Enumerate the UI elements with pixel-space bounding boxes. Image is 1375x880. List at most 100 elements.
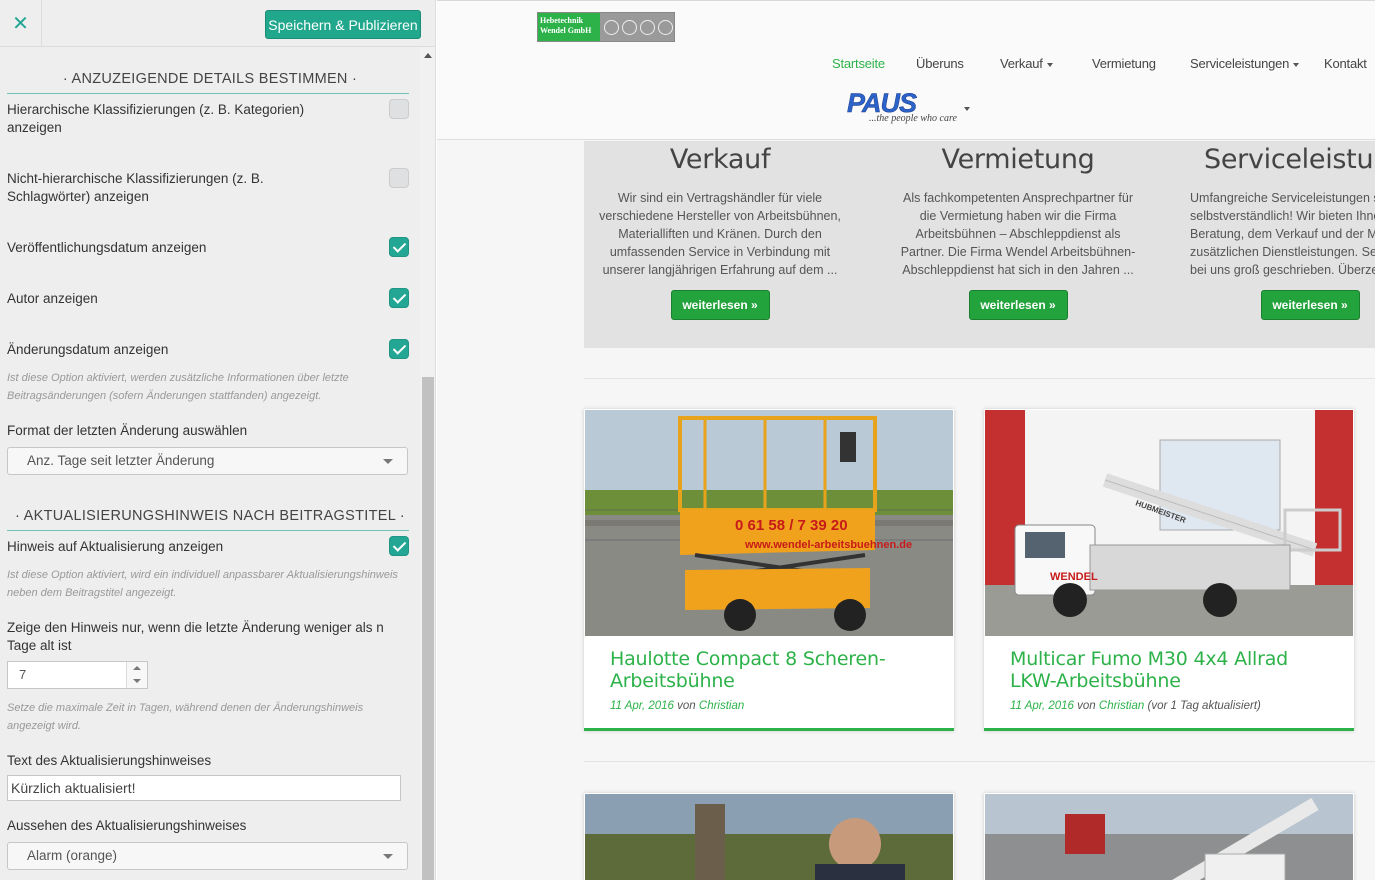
days-description: Setze die maximale Zeit in Tagen, währen… — [7, 702, 364, 732]
service-title: Verkauf — [669, 144, 771, 175]
post-card[interactable]: 0 61 58 / 7 39 20 www.wendel-arbeitsbueh… — [584, 409, 954, 731]
customizer-panel: · ANZUZEIGENDE DETAILS BESTIMMEN · Hiera… — [0, 47, 420, 880]
notice-description: Ist diese Option aktiviert, wird ein ind… — [7, 569, 398, 599]
chevron-down-icon — [383, 459, 393, 464]
customizer-sidebar: ✕ Speichern & Publizieren · ANZUZEIGENDE… — [0, 0, 436, 880]
post-by: von — [677, 700, 696, 712]
service-text: Als fachkompetenten Ansprechpartner für … — [900, 191, 1136, 277]
read-more-button[interactable]: weiterlesen » — [670, 290, 770, 320]
chevron-down-icon — [1046, 62, 1053, 67]
post-image-truck-platform[interactable]: WENDEL HUBMEISTER — [985, 410, 1353, 636]
format-select-value: Anz. Tage seit letzter Änderung — [27, 453, 215, 468]
style-select-value: Alarm (orange) — [27, 848, 118, 863]
option-label-hierarchical: Hierarchische Klassifizierungen (z. B. K… — [7, 102, 305, 135]
nav-verkauf[interactable]: Verkauf — [1000, 56, 1053, 71]
scissor-lift-photo: 0 61 58 / 7 39 20 www.wendel-arbeitsbueh… — [585, 410, 953, 636]
post-card[interactable]: WENDEL HUBMEISTER Multicar Fumo M30 4x4 … — [984, 409, 1354, 731]
post-updated-notice: (vor 1 Tag aktualisiert) — [1147, 700, 1261, 712]
logo-badge-icon — [658, 20, 673, 35]
chevron-down-icon — [383, 854, 393, 859]
save-publish-button[interactable]: Speichern & Publizieren — [265, 10, 421, 39]
close-button[interactable]: ✕ — [0, 0, 42, 46]
scroll-up-icon[interactable] — [424, 53, 432, 58]
service-title: Vermietung — [941, 144, 1095, 175]
nav-kontakt[interactable]: Kontakt — [1324, 56, 1367, 71]
nav-startseite[interactable]: Startseite — [832, 56, 885, 71]
partner-logo[interactable]: PAUS ...the people who care — [847, 88, 957, 131]
logo-text: Hebetechnik Wendel GmbH — [540, 16, 592, 35]
street-platform-photo — [985, 794, 1353, 880]
nav-ueberuns[interactable]: Überuns — [916, 56, 964, 71]
post-image-scissor-lift[interactable]: 0 61 58 / 7 39 20 www.wendel-arbeitsbueh… — [585, 410, 953, 636]
option-label-notice: Hinweis auf Aktualisierung anzeigen — [7, 539, 224, 554]
sidebar-scrollbar[interactable] — [420, 47, 435, 880]
arrow-down-icon — [133, 679, 141, 683]
checkbox-moddate[interactable] — [389, 339, 409, 359]
post-meta: 11 Apr, 2016 von Christian (vor 1 Tag ak… — [1010, 700, 1328, 712]
post-card[interactable] — [984, 793, 1354, 880]
moddate-description: Ist diese Option aktiviert, werden zusät… — [7, 372, 349, 402]
post-author[interactable]: Christian — [699, 700, 744, 712]
site-header: Hebetechnik Wendel GmbH Startseite Überun… — [437, 0, 1375, 140]
read-more-button[interactable]: weiterlesen » — [1260, 290, 1360, 320]
option-label-nonhierarchical: Nicht-hierarchische Klassifizierungen (z… — [7, 171, 264, 204]
service-text: Wir sind ein Vertragshändler für viele v… — [599, 191, 841, 277]
post-title[interactable]: Multicar Fumo M30 4x4 Allrad LKW-Arbeits… — [1010, 648, 1330, 692]
service-text: Umfangreiche Serviceleistungen sind für … — [1190, 191, 1375, 277]
chevron-down-icon — [1293, 62, 1300, 67]
section-divider — [584, 761, 1375, 762]
number-stepper[interactable] — [126, 662, 147, 688]
post-title[interactable]: Haulotte Compact 8 Scheren-Arbeitsbühne — [610, 648, 930, 692]
format-select[interactable]: Anz. Tage seit letzter Änderung — [7, 447, 408, 475]
service-block: Serviceleistungen Umfangreiche Servicele… — [1185, 141, 1375, 320]
post-image-worker[interactable] — [585, 794, 953, 880]
read-more-button[interactable]: weiterlesen » — [968, 290, 1068, 320]
post-author[interactable]: Christian — [1099, 700, 1144, 712]
close-icon: ✕ — [12, 12, 29, 35]
chevron-down-icon[interactable] — [964, 107, 970, 111]
nav-vermietung[interactable]: Vermietung — [1092, 56, 1156, 71]
site-logo[interactable]: Hebetechnik Wendel GmbH — [537, 12, 675, 42]
style-select[interactable]: Alarm (orange) — [7, 842, 408, 870]
partner-logo-tagline: ...the people who care — [869, 113, 957, 124]
section-title-notice: · AKTUALISIERUNGSHINWEIS NACH BEITRAGSTI… — [14, 508, 406, 524]
worker-photo — [585, 794, 953, 880]
service-title: Serviceleistungen — [1204, 144, 1375, 175]
service-block: Verkauf Wir sind ein Vertragshändler für… — [590, 141, 850, 320]
format-label: Format der letzten Änderung auswählen — [7, 423, 248, 438]
logo-badge-icon — [640, 20, 655, 35]
section-title-details: · ANZUZEIGENDE DETAILS BESTIMMEN · — [62, 71, 358, 87]
svg-text:www.wendel-arbeitsbuehnen.de: www.wendel-arbeitsbuehnen.de — [744, 539, 912, 551]
truck-platform-photo: WENDEL HUBMEISTER — [985, 410, 1353, 636]
option-label-moddate: Änderungsdatum anzeigen — [7, 342, 169, 357]
days-label: Zeige den Hinweis nur, wenn die letzte Ä… — [7, 620, 384, 653]
logo-badge-icon — [622, 20, 637, 35]
checkbox-hierarchical[interactable] — [389, 99, 409, 119]
post-card[interactable] — [584, 793, 954, 880]
arrow-up-icon — [133, 666, 141, 670]
nav-serviceleistungen[interactable]: Serviceleistungen — [1190, 56, 1300, 71]
section-divider — [7, 93, 409, 94]
scrollbar-thumb[interactable] — [422, 377, 434, 880]
section-divider — [7, 530, 409, 531]
post-image-street-platform[interactable] — [985, 794, 1353, 880]
post-meta: 11 Apr, 2016 von Christian — [610, 700, 928, 712]
checkbox-notice[interactable] — [389, 536, 409, 556]
checkbox-author[interactable] — [389, 288, 409, 308]
checkbox-pubdate[interactable] — [389, 237, 409, 257]
services-band: Verkauf Wir sind ein Vertragshändler für… — [584, 141, 1375, 348]
post-date[interactable]: 11 Apr, 2016 — [1010, 700, 1074, 712]
option-label-author: Autor anzeigen — [7, 291, 98, 306]
option-label-pubdate: Veröffentlichungsdatum anzeigen — [7, 240, 207, 255]
section-divider — [584, 378, 1375, 379]
days-number-input[interactable]: 7 — [7, 661, 148, 689]
checkbox-nonhierarchical[interactable] — [389, 168, 409, 188]
post-by: von — [1077, 700, 1096, 712]
site-preview: Hebetechnik Wendel GmbH Startseite Überun… — [437, 0, 1375, 880]
customizer-header: ✕ Speichern & Publizieren — [0, 0, 435, 47]
post-date[interactable]: 11 Apr, 2016 — [610, 700, 674, 712]
days-value: 7 — [19, 667, 27, 682]
logo-badge-icon — [604, 20, 619, 35]
style-label: Aussehen des Aktualisierungshinweises — [7, 818, 247, 833]
notice-text-input[interactable]: Kürzlich aktualisiert! — [7, 775, 401, 801]
